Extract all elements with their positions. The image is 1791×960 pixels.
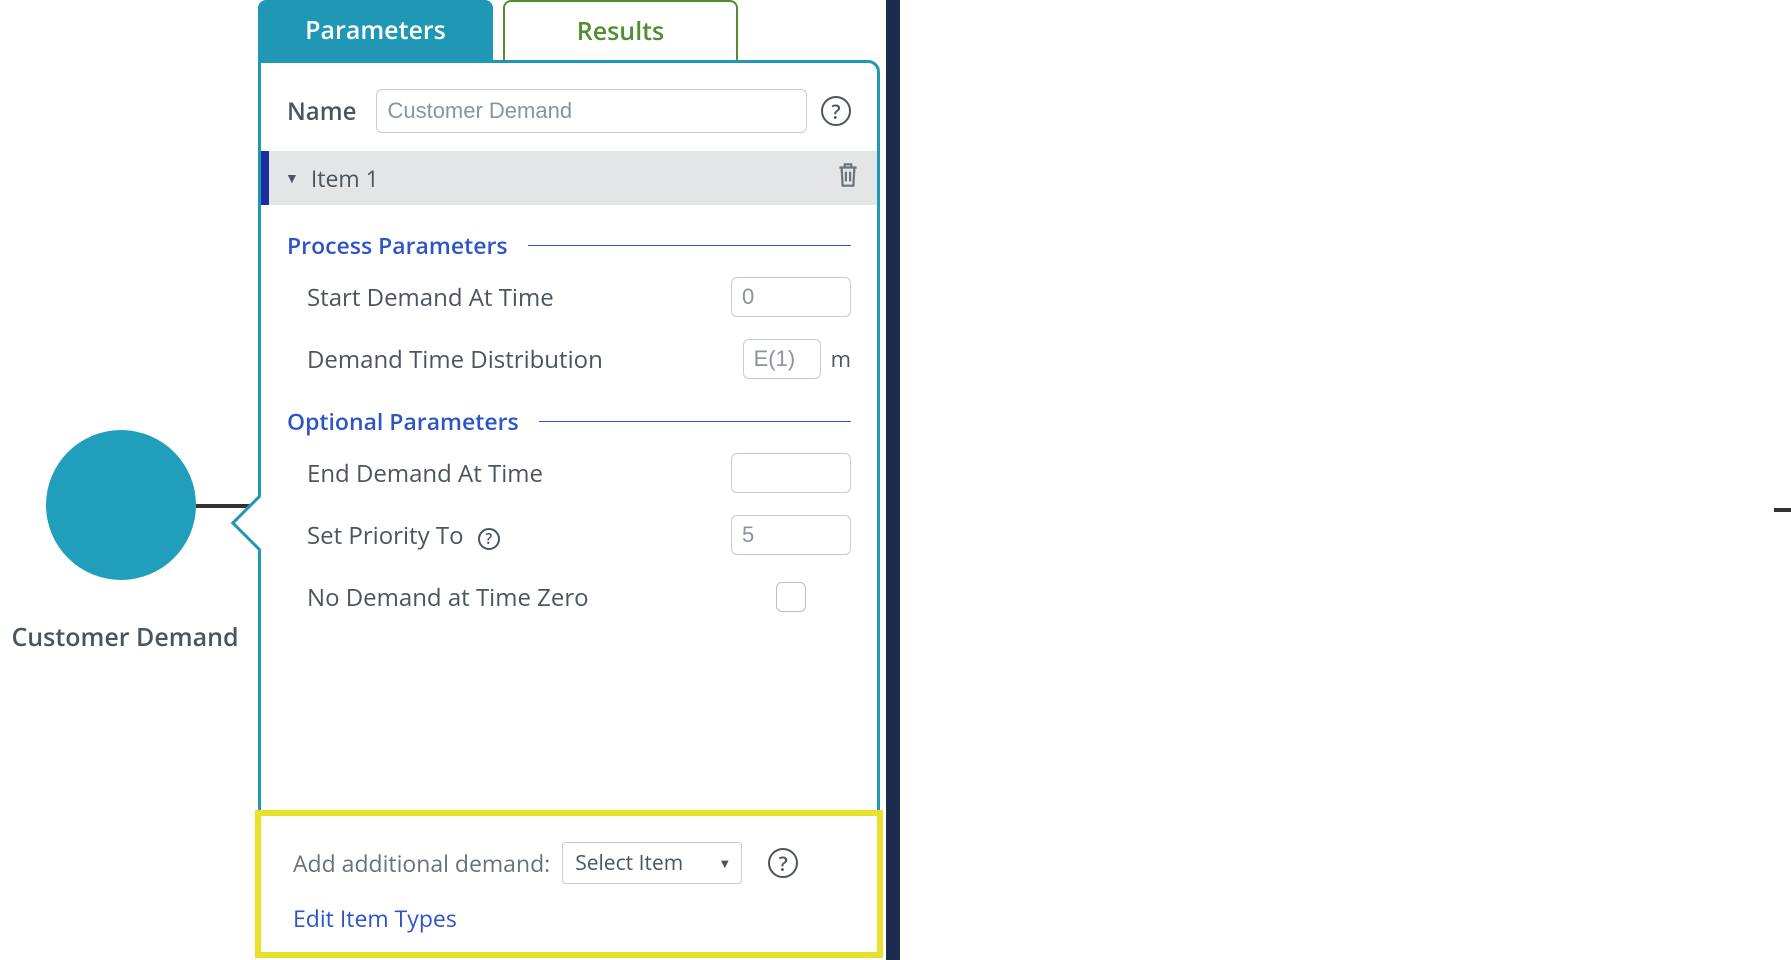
start-demand-label: Start Demand At Time bbox=[307, 281, 731, 314]
section-divider bbox=[539, 421, 851, 422]
name-input[interactable] bbox=[376, 89, 807, 133]
end-demand-input[interactable] bbox=[731, 453, 851, 493]
panel-customer-demand: Name ? ▼ Item 1 Process Parameters Start… bbox=[258, 60, 880, 955]
help-icon[interactable]: ? bbox=[478, 528, 500, 550]
tab-parameters[interactable]: Parameters bbox=[258, 0, 493, 60]
vertical-divider bbox=[886, 0, 900, 960]
add-demand-select[interactable]: Select Item bbox=[562, 842, 742, 884]
demand-dist-input[interactable] bbox=[743, 339, 821, 379]
help-icon[interactable]: ? bbox=[768, 848, 798, 878]
set-priority-label: Set Priority To ? bbox=[307, 519, 731, 552]
no-demand-zero-label: No Demand at Time Zero bbox=[307, 581, 731, 614]
tab-bar-left: Parameters Results bbox=[258, 0, 738, 60]
section-process-parameters: Process Parameters bbox=[287, 229, 508, 261]
name-label: Name bbox=[287, 95, 356, 128]
caret-down-icon: ▼ bbox=[285, 169, 299, 188]
end-demand-label: End Demand At Time bbox=[307, 457, 731, 490]
tab-results[interactable]: Results bbox=[503, 0, 738, 60]
set-priority-input[interactable] bbox=[731, 515, 851, 555]
demand-dist-label: Demand Time Distribution bbox=[307, 343, 743, 376]
section-divider bbox=[528, 245, 851, 246]
footer-highlight-area: Add additional demand: Select Item ? Edi… bbox=[255, 810, 883, 958]
block-caption-customer-demand: Customer Demand bbox=[0, 620, 250, 654]
start-demand-input[interactable] bbox=[731, 277, 851, 317]
connector-line-left bbox=[196, 504, 251, 508]
add-demand-label: Add additional demand: bbox=[293, 847, 550, 879]
customer-demand-node-icon[interactable] bbox=[46, 430, 196, 580]
no-demand-zero-checkbox[interactable] bbox=[776, 582, 806, 612]
section-optional-parameters: Optional Parameters bbox=[287, 405, 519, 437]
trash-icon[interactable] bbox=[835, 160, 861, 197]
connector-line-right bbox=[1774, 508, 1791, 512]
item-header-row[interactable]: ▼ Item 1 bbox=[261, 151, 877, 205]
item-header-label: Item 1 bbox=[311, 162, 379, 194]
edit-item-types-link[interactable]: Edit Item Types bbox=[293, 902, 845, 934]
demand-dist-unit: m bbox=[831, 344, 851, 374]
help-icon[interactable]: ? bbox=[821, 96, 851, 126]
